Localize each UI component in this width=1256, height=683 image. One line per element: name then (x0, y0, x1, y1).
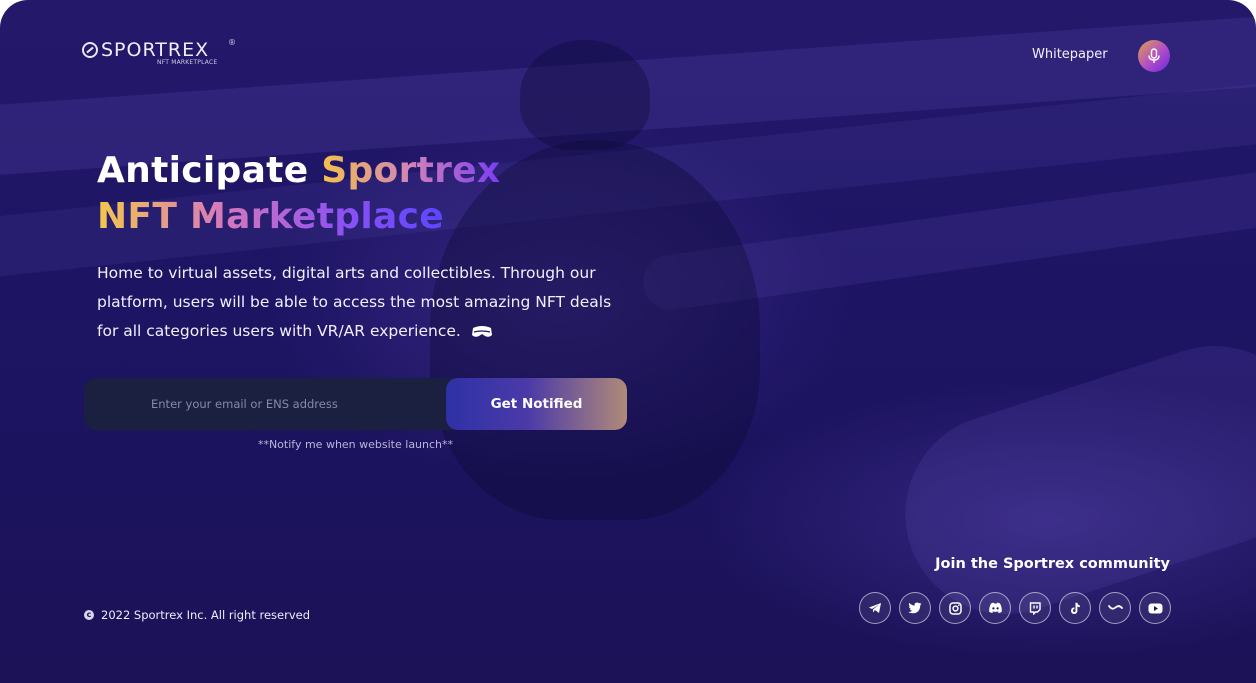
page-background: SPORTREX ® NFT MARKETPLACE Whitepaper An… (0, 0, 1256, 683)
notify-form: Get Notified (84, 378, 627, 430)
microphone-button[interactable] (1138, 40, 1170, 72)
social-links (859, 592, 1171, 624)
notify-hint: **Notify me when website launch** (257, 438, 454, 451)
headline-word-sportrex: Sportrex (321, 150, 501, 191)
microphone-icon (1148, 48, 1160, 63)
twitch-icon (1029, 601, 1041, 615)
logo-icon (82, 42, 98, 58)
headline-nft-marketplace: NFT Marketplace (97, 196, 444, 237)
copyright-icon: c (84, 610, 94, 620)
headline-word-anticipate: Anticipate (97, 150, 322, 191)
wave-link[interactable] (1099, 592, 1131, 624)
discord-icon (988, 602, 1002, 613)
telegram-icon (869, 603, 881, 613)
vr-headset-icon (471, 325, 492, 337)
twitch-link[interactable] (1019, 592, 1051, 624)
community-title: Join the Sportrex community (935, 556, 1170, 572)
wave-icon (1107, 605, 1123, 610)
discord-link[interactable] (979, 592, 1011, 624)
telegram-link[interactable] (859, 592, 891, 624)
registered-mark: ® (228, 38, 236, 47)
brand-logo[interactable]: SPORTREX ® NFT MARKETPLACE (82, 38, 236, 66)
instagram-icon (948, 601, 962, 615)
brand-name: SPORTREX (101, 39, 210, 61)
youtube-icon (1148, 603, 1162, 613)
twitter-link[interactable] (899, 592, 931, 624)
headline-line-1: Anticipate Sportrex (97, 148, 500, 194)
hero-headline: Anticipate Sportrex NFT Marketplace (97, 148, 500, 240)
whitepaper-link[interactable]: Whitepaper (1032, 47, 1108, 62)
brand-tagline: NFT MARKETPLACE (157, 59, 218, 66)
tiktok-link[interactable] (1059, 592, 1091, 624)
tiktok-icon (1071, 602, 1080, 614)
instagram-link[interactable] (939, 592, 971, 624)
headline-line-2: NFT Marketplace (97, 194, 500, 240)
twitter-icon (908, 602, 922, 614)
get-notified-button[interactable]: Get Notified (446, 378, 627, 430)
copyright-text: 2022 Sportrex Inc. All right reserved (101, 608, 311, 622)
hero-description: Home to virtual assets, digital arts and… (97, 259, 637, 346)
youtube-link[interactable] (1139, 592, 1171, 624)
copyright: c 2022 Sportrex Inc. All right reserved (84, 608, 310, 622)
description-text: Home to virtual assets, digital arts and… (97, 264, 612, 340)
email-input[interactable] (84, 378, 446, 430)
